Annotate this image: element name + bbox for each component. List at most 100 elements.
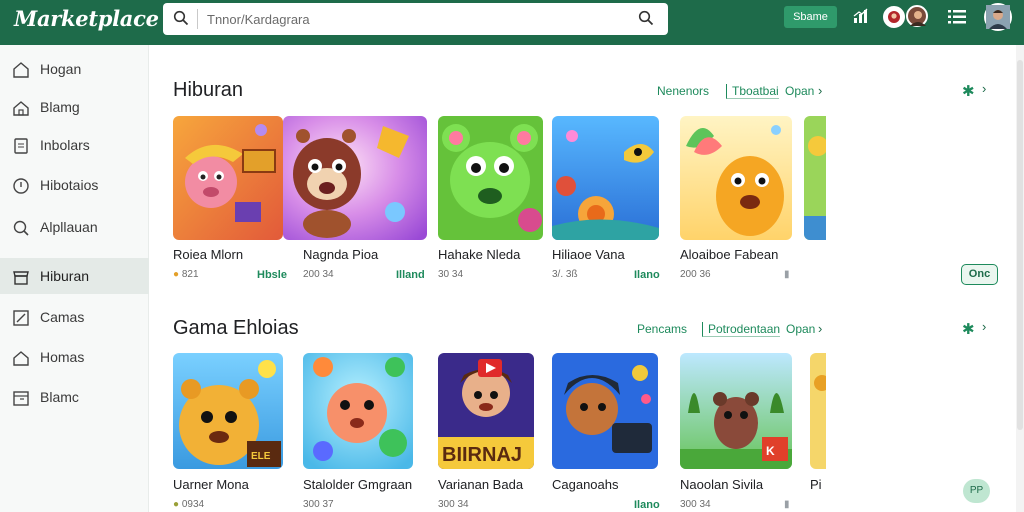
- sidebar-item-homas[interactable]: Homas: [0, 339, 149, 375]
- section-link[interactable]: Nenenors: [657, 84, 709, 98]
- app-meta: 300 34: [680, 499, 711, 510]
- app-title[interactable]: Pi: [810, 477, 822, 492]
- svg-text:ELE: ELE: [251, 451, 271, 462]
- app-meta: 200 36: [680, 269, 711, 280]
- svg-text:K: K: [766, 444, 775, 458]
- app-thumbnail[interactable]: [810, 353, 826, 469]
- app-badge: Ilano: [634, 499, 660, 511]
- app-thumbnail[interactable]: K: [680, 353, 792, 469]
- search-icon[interactable]: [173, 10, 189, 31]
- coin-icon: ●: [173, 269, 180, 280]
- app-meta: 30 34: [438, 269, 464, 280]
- app-title[interactable]: Stalolder Gmgraan: [303, 477, 412, 492]
- app-badge: Hbsle: [257, 269, 287, 281]
- app-title[interactable]: Hahake Nleda: [438, 247, 520, 262]
- sidebar-item-label: Blamg: [40, 99, 80, 115]
- app-thumbnail[interactable]: ELE: [173, 353, 283, 469]
- app-title[interactable]: Roiea Mlorn: [173, 247, 243, 262]
- app-meta: 300 34: [438, 499, 469, 510]
- sidebar: Hogan Blamg Inbolars Hibotaios Alpllauan…: [0, 45, 149, 512]
- star-icon[interactable]: ✱: [962, 82, 975, 100]
- app-logo[interactable]: Marketplace: [14, 6, 159, 31]
- signal-icon[interactable]: [853, 8, 871, 29]
- app-thumbnail[interactable]: [680, 116, 792, 240]
- install-button[interactable]: Onc: [961, 264, 998, 285]
- user-avatar-small[interactable]: [906, 5, 928, 27]
- app-meta-value: 821: [181, 269, 199, 280]
- section-link-open[interactable]: Opan: [786, 322, 815, 336]
- record-icon[interactable]: [883, 6, 905, 28]
- search-submit-icon[interactable]: [638, 10, 654, 31]
- coin-icon: ●: [173, 499, 180, 510]
- star-icon[interactable]: ✱: [962, 320, 975, 338]
- app-thumbnail[interactable]: [552, 116, 659, 240]
- app-title[interactable]: Nagnda Pioa: [303, 247, 378, 262]
- app-title[interactable]: Aloaiboe Fabean: [680, 247, 778, 262]
- home-outline-icon: [12, 99, 30, 117]
- app-thumbnail[interactable]: BIIRNAJ: [438, 353, 534, 469]
- sidebar-item-label: Hibotaios: [40, 177, 99, 193]
- store-icon: [12, 268, 30, 286]
- app-meta: ● 0934: [173, 499, 204, 510]
- app-thumbnail[interactable]: [173, 116, 283, 240]
- sidebar-item-label: Inbolars: [40, 137, 90, 153]
- section-title: Hiburan: [173, 79, 244, 101]
- section-link[interactable]: Potrodentaan: [702, 322, 781, 337]
- home-icon: [12, 349, 30, 367]
- app-meta: 300 37: [303, 499, 334, 510]
- sidebar-item-camas[interactable]: Camas: [0, 299, 149, 335]
- app-title[interactable]: Uarner Mona: [173, 477, 249, 492]
- section-link[interactable]: Pencams: [637, 322, 687, 336]
- sidebar-item-label: Homas: [40, 349, 85, 365]
- app-title[interactable]: Hiliaoe Vana: [552, 247, 625, 262]
- app-title[interactable]: Naoolan Sivila: [680, 477, 763, 492]
- app-thumbnail[interactable]: [804, 116, 826, 240]
- app-thumbnail[interactable]: [438, 116, 543, 240]
- sidebar-item-blamg[interactable]: Blamg: [0, 89, 149, 125]
- sidebar-item-blamc[interactable]: Blamc: [0, 379, 149, 415]
- search-bar[interactable]: [163, 3, 668, 35]
- signin-button[interactable]: Sbame: [784, 6, 837, 28]
- app-meta-value: 0934: [181, 499, 205, 510]
- sidebar-item-label: Hiburan: [40, 268, 90, 284]
- sidebar-item-label: Blamc: [40, 389, 79, 405]
- chevron-right-icon[interactable]: ›: [818, 83, 822, 98]
- chevron-right-icon[interactable]: ›: [818, 321, 822, 336]
- chevron-right-icon[interactable]: ›: [982, 319, 986, 334]
- search-divider: [197, 9, 198, 29]
- svg-text:BIIRNAJ: BIIRNAJ: [442, 444, 522, 466]
- calendar-icon: [12, 389, 30, 407]
- app-thumbnail[interactable]: [303, 353, 413, 469]
- sidebar-item-hibotaios[interactable]: Hibotaios: [0, 167, 149, 203]
- download-icon[interactable]: ▮: [784, 269, 790, 280]
- app-title[interactable]: Varianan Bada: [438, 477, 523, 492]
- sidebar-item-label: Camas: [40, 309, 85, 325]
- app-badge: Illand: [396, 269, 425, 281]
- floating-action-button[interactable]: PP: [963, 479, 990, 503]
- home-icon: [12, 61, 30, 79]
- section-link-open[interactable]: Opan: [785, 84, 814, 98]
- sidebar-item-inbolars[interactable]: Inbolars: [0, 127, 149, 163]
- sidebar-item-alpllauan[interactable]: Alpllauan: [0, 209, 149, 245]
- search-input[interactable]: [207, 7, 617, 31]
- document-icon: [12, 137, 30, 155]
- search-icon: [12, 219, 30, 237]
- menu-icon[interactable]: [948, 10, 966, 29]
- sidebar-item-label: Alpllauan: [40, 219, 98, 235]
- section-title: Gama Ehloias: [173, 317, 299, 339]
- edit-icon: [12, 309, 30, 327]
- app-meta: ● 821: [173, 269, 199, 280]
- sidebar-item-hiburan[interactable]: Hiburan: [0, 258, 149, 294]
- sidebar-item-hogan[interactable]: Hogan: [0, 51, 149, 87]
- download-icon[interactable]: ▮: [784, 499, 790, 510]
- sidebar-item-label: Hogan: [40, 61, 82, 77]
- profile-avatar[interactable]: [984, 3, 1012, 31]
- app-thumbnail[interactable]: [283, 116, 427, 240]
- scrollbar-thumb[interactable]: [1017, 60, 1023, 430]
- section-link[interactable]: Tboatbai: [726, 84, 779, 99]
- app-thumbnail[interactable]: [552, 353, 658, 469]
- chevron-right-icon[interactable]: ›: [982, 81, 986, 96]
- app-title[interactable]: Caganoahs: [552, 477, 619, 492]
- app-badge: Ilano: [634, 269, 660, 281]
- clock-icon: [12, 177, 30, 195]
